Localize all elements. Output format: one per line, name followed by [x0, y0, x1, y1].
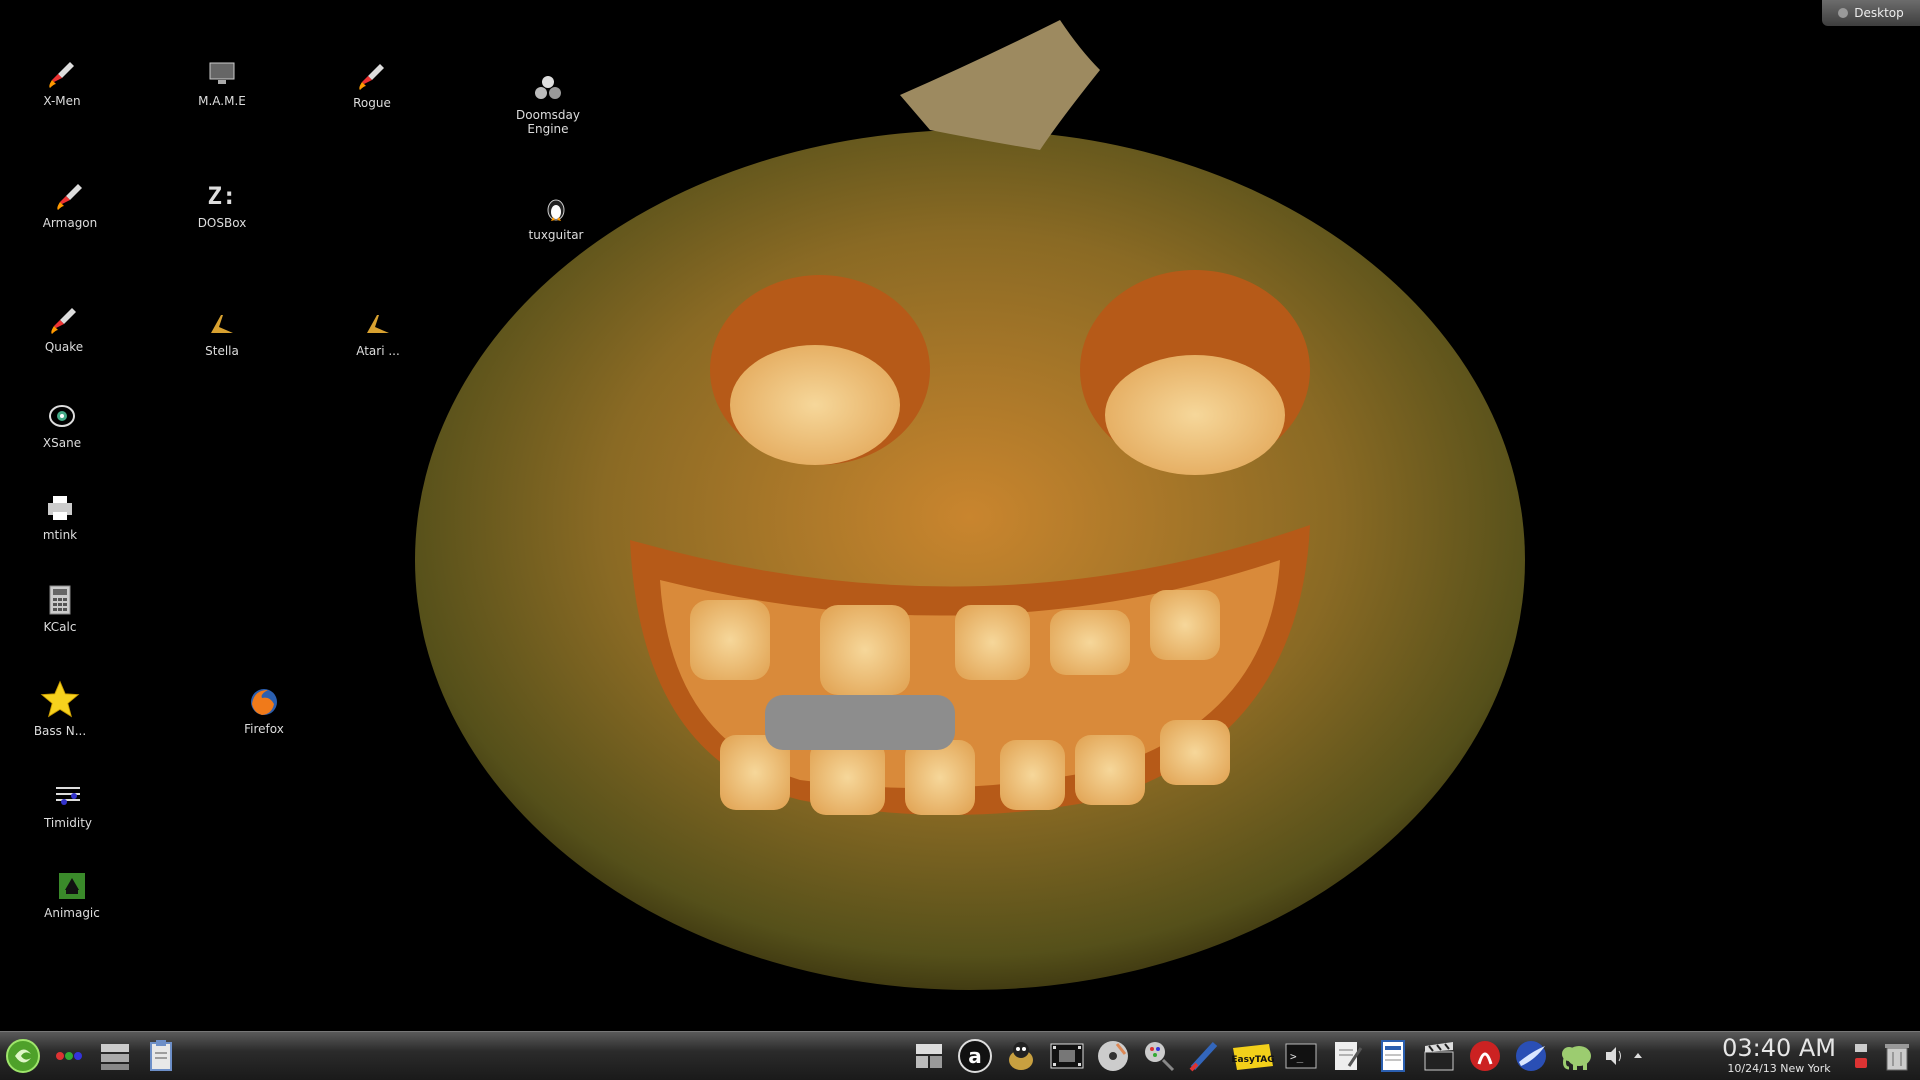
desktop-icon-rogue[interactable]: Rogue — [324, 58, 420, 110]
desktop-icon — [1838, 8, 1849, 18]
paintbrush-icon[interactable] — [1185, 1036, 1225, 1076]
star-icon — [40, 676, 80, 722]
calculator-icon — [40, 582, 80, 618]
joystick-icon — [202, 306, 242, 342]
desktop-icon-x-men[interactable]: X-Men — [14, 56, 110, 108]
desktop-icon-label: Quake — [44, 340, 84, 354]
text-editor-icon[interactable] — [1327, 1036, 1367, 1076]
volume-icon[interactable] — [1603, 1036, 1625, 1076]
easytag-label: EasyTAG — [1231, 1055, 1274, 1065]
desktop-icon-atari[interactable]: Atari ... — [330, 306, 426, 358]
desktop-icon-label: Animagic — [44, 906, 100, 920]
desktop-icon-label: KCalc — [43, 620, 77, 634]
desktop-icon-label: Firefox — [244, 722, 284, 736]
music-player-icon[interactable] — [1465, 1036, 1505, 1076]
svg-text:a: a — [968, 1044, 982, 1068]
clock-date: 10/24/13 New York — [1727, 1062, 1831, 1075]
expand-arrow-icon[interactable] — [1631, 1036, 1645, 1076]
desktop-icon-label: X-Men — [43, 94, 81, 108]
clapper-icon[interactable] — [1419, 1036, 1459, 1076]
desktop-icon-label: Rogue — [353, 96, 391, 110]
elephant-icon[interactable] — [1557, 1036, 1597, 1076]
show-desktop-button[interactable]: Desktop — [1822, 0, 1920, 26]
desktop-icon-mtink[interactable]: mtink — [12, 490, 108, 542]
desktop-icon-label: Atari ... — [356, 344, 400, 358]
network-icon[interactable] — [1851, 1036, 1871, 1076]
terminal-icon[interactable]: >_ — [1281, 1036, 1321, 1076]
desktop-icon-bass-n[interactable]: Bass N... — [12, 676, 108, 738]
desktop-icon-label: M.A.M.E — [198, 94, 246, 108]
desktop-icon-label: XSane — [42, 436, 82, 450]
graphics-icon[interactable] — [1139, 1036, 1179, 1076]
desktop-icon-label: mtink — [42, 528, 78, 542]
animagic-icon — [52, 868, 92, 904]
firefox-icon — [244, 684, 284, 720]
pumpkin-wallpaper — [415, 20, 1525, 990]
app-menu-icon[interactable] — [3, 1036, 43, 1076]
taskbar: a EasyTAG >_ 03:40 AM 10/24/13 New York — [0, 1031, 1920, 1080]
activities-icon[interactable] — [49, 1036, 89, 1076]
printer-icon — [40, 490, 80, 526]
disc-burner-icon[interactable] — [1093, 1036, 1133, 1076]
svg-text:>_: >_ — [1290, 1050, 1304, 1063]
joystick-icon — [358, 306, 398, 342]
desktop-icon-label: Armagon — [42, 216, 98, 230]
desktop-icon-xsane[interactable]: XSane — [14, 398, 110, 450]
desktop-icon-label: Doomsday Engine — [516, 108, 580, 136]
desktop-icon-label: Stella — [205, 344, 239, 358]
desktop-icon-mame[interactable]: M.A.M.E — [174, 56, 270, 108]
tux-paint-icon[interactable] — [1001, 1036, 1041, 1076]
desktop-icon-armagon[interactable]: Armagon — [22, 178, 118, 230]
desktop-icon-kcalc[interactable]: KCalc — [12, 582, 108, 634]
desktop-icon-tuxguitar[interactable]: tuxguitar — [508, 190, 604, 242]
trash-icon[interactable] — [1877, 1036, 1917, 1076]
desktop-icon-label: DOSBox — [197, 216, 247, 230]
desktop-icon-doomsday-engine[interactable]: Doomsday Engine — [500, 70, 596, 136]
browser-icon[interactable] — [1511, 1036, 1551, 1076]
rocket-icon — [42, 56, 82, 92]
desktop-icon-stella[interactable]: Stella — [174, 306, 270, 358]
scanner-icon — [42, 398, 82, 434]
desktop-icon-label: tuxguitar — [528, 228, 584, 242]
doomsday-icon — [528, 70, 568, 106]
desktop-icon-quake[interactable]: Quake — [16, 302, 112, 354]
dosbox-icon: Z: — [207, 182, 237, 210]
rocket-icon — [352, 58, 392, 94]
file-manager-icon[interactable] — [909, 1036, 949, 1076]
desktop-icon-firefox[interactable]: Firefox — [216, 684, 312, 736]
penguin-icon — [536, 190, 576, 226]
easytag-icon[interactable]: EasyTAG — [1231, 1036, 1275, 1076]
desktop-icon-animagic[interactable]: Animagic — [24, 868, 120, 920]
desktop-icon-dosbox[interactable]: Z: DOSBox — [174, 178, 270, 230]
clock-time: 03:40 AM — [1722, 1034, 1836, 1062]
desktop-icon-label: Timidity — [43, 816, 93, 830]
music-icon — [48, 778, 88, 814]
clipboard-icon[interactable] — [141, 1036, 181, 1076]
desktop-icon-timidity[interactable]: Timidity — [20, 778, 116, 830]
rocket-icon — [44, 302, 84, 338]
desktop-icon-label: Bass N... — [33, 724, 87, 738]
clock[interactable]: 03:40 AM 10/24/13 New York — [1722, 1034, 1836, 1075]
computer-icon — [202, 56, 242, 92]
show-desktop-label: Desktop — [1854, 6, 1904, 20]
rocket-icon — [50, 178, 90, 214]
document-icon[interactable] — [1373, 1036, 1413, 1076]
video-editor-icon[interactable] — [1047, 1036, 1087, 1076]
drawer-icon[interactable] — [95, 1036, 135, 1076]
amarok-icon[interactable]: a — [955, 1036, 995, 1076]
